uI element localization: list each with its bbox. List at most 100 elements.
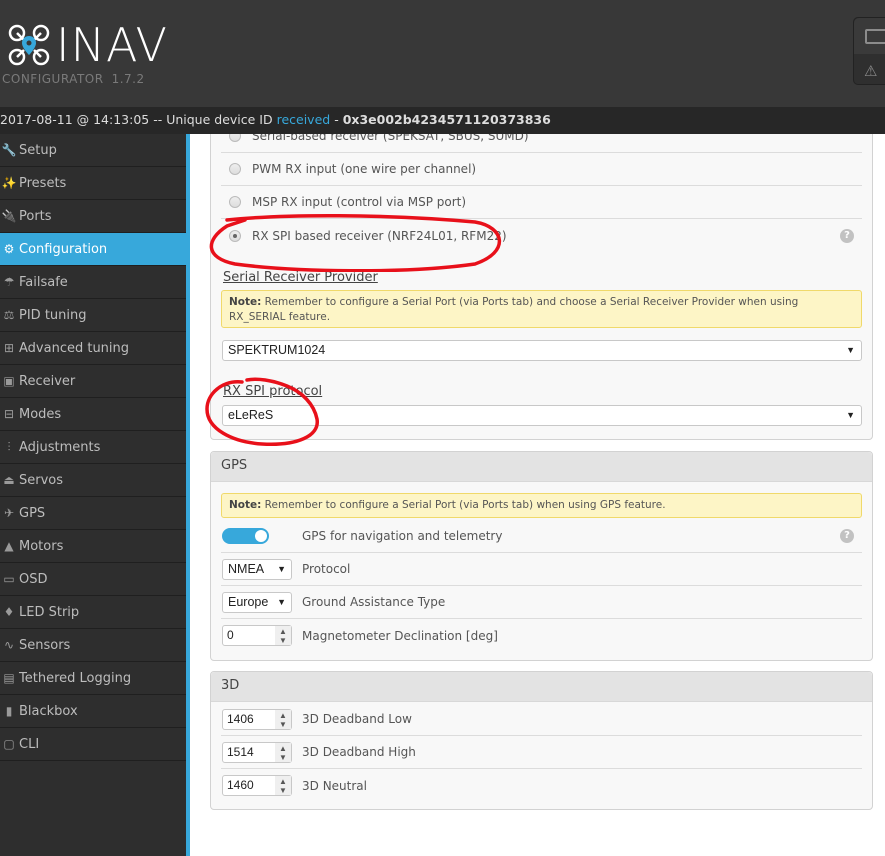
serial-provider-value: SPEKTRUM1024 <box>228 343 326 357</box>
sidebar-item-blackbox[interactable]: ▮ Blackbox <box>0 695 186 728</box>
sidebar-item-label: Motors <box>19 538 64 554</box>
deadband-low-value: 1406 <box>227 711 254 726</box>
radio-serial[interactable] <box>229 134 241 142</box>
sidebar-item-label: Presets <box>19 175 67 191</box>
servo-icon: ⏏ <box>3 472 15 487</box>
ground-assistance-value: Europe <box>228 594 269 609</box>
sidebar-item-motors[interactable]: ▲ Motors <box>0 530 186 563</box>
serial-provider-label: Serial Receiver Provider <box>223 270 378 285</box>
declination-input[interactable]: 0 ▲ ▼ <box>222 625 292 646</box>
spi-protocol-label: RX SPI protocol <box>223 384 323 399</box>
receiver-option-spi[interactable]: RX SPI based receiver (NRF24L01, RFM22) … <box>221 219 862 252</box>
deadband-low-input[interactable]: 1406 ▲ ▼ <box>222 708 292 730</box>
gps-toggle[interactable] <box>222 528 269 544</box>
sidebar-item-advanced-tuning[interactable]: ⊞ Advanced tuning <box>0 332 186 365</box>
receiver-option-pwm[interactable]: PWM RX input (one wire per channel) <box>221 153 862 186</box>
serial-provider-select[interactable]: SPEKTRUM1024 ▼ <box>222 340 862 361</box>
chevron-down-icon: ▼ <box>277 563 286 574</box>
radio-msp[interactable] <box>229 196 241 208</box>
gps-protocol-select[interactable]: NMEA ▼ <box>222 558 292 580</box>
spinner-icon[interactable]: ▲ ▼ <box>275 626 291 645</box>
note-text: Remember to configure a Serial Port (via… <box>229 296 799 323</box>
declination-value: 0 <box>227 628 234 642</box>
sidebar-item-osd[interactable]: ▭ OSD <box>0 563 186 596</box>
receiver-option-msp[interactable]: MSP RX input (control via MSP port) <box>221 186 862 219</box>
spinner-icon[interactable]: ▲ ▼ <box>275 742 291 762</box>
app-version: 1.7.2 <box>111 72 145 86</box>
spinner-icon[interactable]: ▲ ▼ <box>275 709 291 729</box>
wrench-icon: 🔧 <box>1 142 17 157</box>
pulse-icon: ∿ <box>3 637 15 652</box>
neutral-input[interactable]: 1460 ▲ ▼ <box>222 775 292 796</box>
receiver-option-serial[interactable]: Serial-based receiver (SPEKSAT, SBUS, SU… <box>221 134 862 153</box>
inav-logo-icon <box>8 24 50 66</box>
satellite-icon: ✈ <box>3 505 15 520</box>
sidebar-item-label: Blackbox <box>19 703 78 719</box>
sidebar-item-gps[interactable]: ✈ GPS <box>0 497 186 530</box>
plug-icon: 🔌 <box>1 208 17 223</box>
sidebar-item-label: Failsafe <box>19 274 68 290</box>
gps-protocol-row: NMEA ▼ Protocol <box>221 553 862 586</box>
deadband-low-row: 1406 ▲ ▼ 3D Deadband Low <box>221 703 862 736</box>
gps-toggle-label: GPS for navigation and telemetry <box>302 529 503 543</box>
sidebar-item-led-strip[interactable]: ♦ LED Strip <box>0 596 186 629</box>
deadband-high-label: 3D Deadband High <box>302 745 416 759</box>
sidebar-item-label: Setup <box>19 142 57 158</box>
help-icon[interactable]: ? <box>840 529 854 543</box>
gps-panel: GPS Note: Remember to configure a Serial… <box>210 451 873 661</box>
sidebar-item-setup[interactable]: 🔧 Setup <box>0 134 186 167</box>
log-separator: - <box>330 112 343 127</box>
chevron-down-icon: ▼ <box>846 410 855 420</box>
radio-spi[interactable] <box>229 229 241 242</box>
sidebar-item-ports[interactable]: 🔌 Ports <box>0 200 186 233</box>
tree-icon: ⊞ <box>3 340 15 355</box>
sidebar-item-label: Receiver <box>19 373 76 389</box>
sidebar-item-receiver[interactable]: ▣ Receiver <box>0 365 186 398</box>
sidebar-item-tethered-logging[interactable]: ▤ Tethered Logging <box>0 662 186 695</box>
sidebar-nav: 🔧 Setup ✨ Presets 🔌 Ports ⚙ Configuration ☂ Fails… <box>0 134 186 856</box>
connect-widget[interactable]: ⚠ <box>853 17 885 85</box>
three-d-panel-title: 3D <box>211 672 872 702</box>
help-icon[interactable]: ? <box>840 228 854 243</box>
log-status-bar: 2017-08-11 @ 14:13:05 -- Unique device I… <box>0 107 885 134</box>
spi-protocol-select[interactable]: eLeReS ▼ <box>222 405 862 426</box>
note-bold: Note: <box>229 499 262 511</box>
serial-provider-note: Note: Remember to configure a Serial Por… <box>221 290 862 328</box>
connect-button[interactable] <box>854 18 885 54</box>
motor-icon: ▲ <box>4 538 14 553</box>
radio-pwm[interactable] <box>229 163 241 175</box>
ground-assistance-select[interactable]: Europe ▼ <box>222 591 292 613</box>
sidebar-item-servos[interactable]: ⏏ Servos <box>0 464 186 497</box>
sidebar-item-label: Tethered Logging <box>19 670 132 686</box>
configuration-content[interactable]: Serial-based receiver (SPEKSAT, SBUS, SU… <box>190 134 885 856</box>
sidebar-item-label: CLI <box>19 736 40 752</box>
sidebar-item-modes[interactable]: ⊟ Modes <box>0 398 186 431</box>
sidebar-item-label: Adjustments <box>19 439 101 455</box>
sliders-icon: ⫶ <box>7 439 11 454</box>
sidebar-item-failsafe[interactable]: ☂ Failsafe <box>0 266 186 299</box>
sidebar-item-label: Advanced tuning <box>19 340 130 356</box>
sidebar-item-label: Modes <box>19 406 62 422</box>
receiver-option-label: Serial-based receiver (SPEKSAT, SBUS, SU… <box>252 134 529 143</box>
app-header: INAV CONFIGURATOR 1.7.2 ⚠ <box>0 0 885 107</box>
ground-assistance-label: Ground Assistance Type <box>302 595 446 609</box>
note-text: Remember to configure a Serial Port (via… <box>261 499 666 511</box>
sidebar-item-adjustments[interactable]: ⫶ Adjustments <box>0 431 186 464</box>
spinner-icon[interactable]: ▲ ▼ <box>275 776 291 795</box>
chevron-down-icon: ▼ <box>846 345 855 355</box>
app-subtitle-text: CONFIGURATOR <box>2 72 104 86</box>
osd-icon: ▭ <box>3 571 15 586</box>
sidebar-item-cli[interactable]: ▢ CLI <box>0 728 186 761</box>
gps-panel-title: GPS <box>211 452 872 482</box>
deadband-high-input[interactable]: 1514 ▲ ▼ <box>222 741 292 763</box>
sidebar-item-pid-tuning[interactable]: ⚖ PID tuning <box>0 299 186 332</box>
gps-note: Note: Remember to configure a Serial Por… <box>221 493 862 518</box>
sidebar-item-sensors[interactable]: ∿ Sensors <box>0 629 186 662</box>
deadband-low-label: 3D Deadband Low <box>302 712 412 726</box>
sidebar-item-presets[interactable]: ✨ Presets <box>0 167 186 200</box>
neutral-row: 1460 ▲ ▼ 3D Neutral <box>221 769 862 802</box>
gps-toggle-row: GPS for navigation and telemetry ? <box>221 520 862 553</box>
warning-icon: ⚠ <box>864 62 878 80</box>
led-icon: ♦ <box>3 604 15 619</box>
sidebar-item-configuration[interactable]: ⚙ Configuration <box>0 233 186 266</box>
